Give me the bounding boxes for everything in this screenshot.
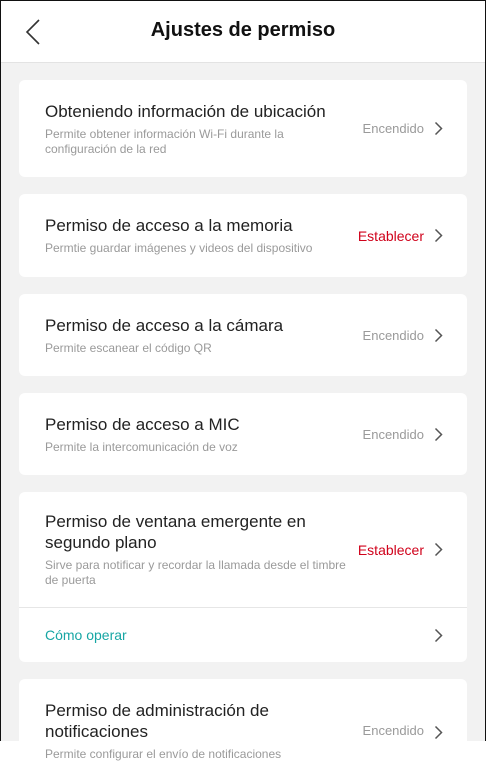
permission-description: Permite configurar el envío de notificac… <box>45 747 282 761</box>
permission-title: Permiso de acceso a la cámara <box>45 315 284 335</box>
permission-card-camera: Permiso de acceso a la cámara Permite es… <box>19 294 467 376</box>
how-to-operate-row[interactable]: Cómo operar <box>19 608 467 662</box>
permission-title: Permiso de administración de notificacio… <box>45 701 269 741</box>
permission-description: Permite la intercomunicación de voz <box>45 439 238 454</box>
permission-row-popup[interactable]: Permiso de ventana emergente en segundo … <box>19 492 467 607</box>
chevron-right-icon <box>434 725 443 740</box>
permission-description: Permtie guardar imágenes y videos del di… <box>45 241 313 255</box>
permission-title: Permiso de acceso a MIC <box>45 414 240 434</box>
permission-status: Encendido <box>362 723 424 738</box>
chevron-right-icon <box>434 427 443 441</box>
permission-card-notifications: Permiso de administración de notificacio… <box>19 679 467 784</box>
permission-list: Obteniendo información de ubicación Perm… <box>1 63 485 784</box>
permission-status: Establecer <box>357 227 424 244</box>
permission-card-memory: Permiso de acceso a la memoria Permtie g… <box>19 194 467 277</box>
screen: Ajustes de permiso Obteniendo informació… <box>0 0 486 784</box>
permission-description: Permite obtener información Wi-Fi durant… <box>45 126 284 156</box>
permission-row-notifications[interactable]: Permiso de administración de notificacio… <box>19 679 467 784</box>
permission-title: Permiso de ventana emergente en segundo … <box>45 512 306 552</box>
how-to-operate-link[interactable]: Cómo operar <box>45 627 434 643</box>
chevron-right-icon <box>434 328 443 342</box>
permission-card-mic: Permiso de acceso a MIC Permite la inter… <box>19 393 467 475</box>
permission-title: Permiso de acceso a la memoria <box>45 216 293 235</box>
permission-card-location: Obteniendo información de ubicación Perm… <box>19 80 467 177</box>
permission-row-camera[interactable]: Permiso de acceso a la cámara Permite es… <box>19 294 467 376</box>
chevron-right-icon <box>434 628 443 642</box>
permission-description: Sirve para notificar y recordar la llama… <box>45 558 346 587</box>
page-title: Ajustes de permiso <box>150 19 336 41</box>
header: Ajustes de permiso <box>1 1 485 63</box>
chevron-right-icon <box>434 542 443 557</box>
chevron-right-icon <box>434 228 443 243</box>
permission-card-popup: Permiso de ventana emergente en segundo … <box>19 492 467 662</box>
permission-status: Establecer <box>357 541 424 558</box>
permission-row-mic[interactable]: Permiso de acceso a MIC Permite la inter… <box>19 393 467 475</box>
permission-status: Encendido <box>362 121 424 136</box>
permission-status: Encendido <box>362 327 424 343</box>
permission-status: Encendido <box>362 426 424 442</box>
permission-title: Obteniendo información de ubicación <box>45 101 326 121</box>
chevron-right-icon <box>434 121 443 136</box>
permission-row-memory[interactable]: Permiso de acceso a la memoria Permtie g… <box>19 194 467 277</box>
permission-description: Permite escanear el código QR <box>45 340 212 355</box>
permission-row-location[interactable]: Obteniendo información de ubicación Perm… <box>19 80 467 177</box>
